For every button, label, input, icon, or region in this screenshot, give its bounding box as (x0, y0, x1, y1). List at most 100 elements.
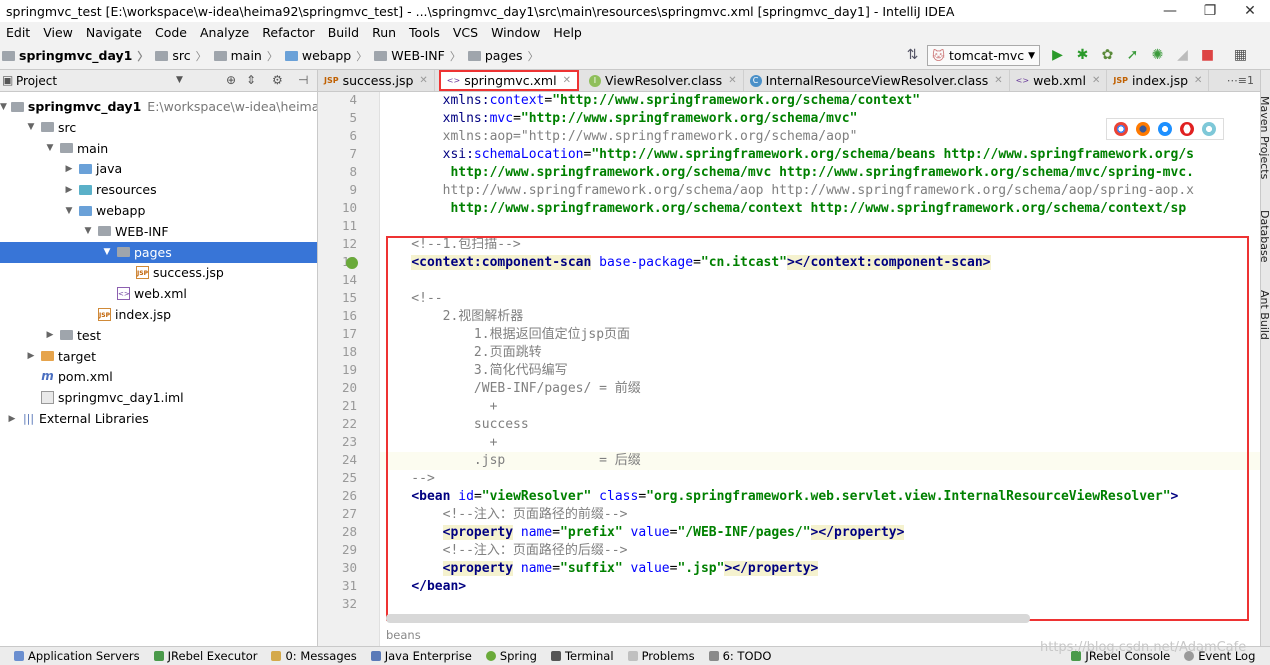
menu-help[interactable]: Help (553, 25, 582, 40)
run-configuration-select[interactable]: 🐱 tomcat-mvc ▼ (927, 45, 1041, 66)
breadcrumb-main[interactable]: main 〉 (213, 48, 281, 64)
breadcrumb-src[interactable]: src 〉 (155, 48, 209, 64)
spring-tab[interactable]: Spring (485, 649, 537, 663)
tree-item[interactable]: JSP index.jsp (0, 304, 317, 325)
close-icon[interactable]: ✕ (419, 75, 427, 86)
menu-run[interactable]: Run (372, 25, 396, 40)
close-icon[interactable]: ✕ (1092, 75, 1100, 86)
hide-panel-icon[interactable]: ⊣ (298, 73, 308, 87)
chevron-down-icon[interactable]: ▼ (25, 122, 37, 132)
close-icon[interactable]: ✕ (728, 75, 736, 86)
chevron-down-icon[interactable]: ▼ (82, 226, 94, 236)
todo-tab[interactable]: 6: TODO (708, 649, 771, 663)
minimize-button[interactable]: — (1150, 3, 1190, 19)
tree-item[interactable]: ▶ target (0, 346, 317, 367)
menu-build[interactable]: Build (328, 25, 359, 40)
ie-icon[interactable] (1202, 122, 1216, 136)
debug-icon[interactable]: ✱ (1075, 48, 1090, 63)
tree-item[interactable]: JSP success.jsp (0, 262, 317, 283)
opera-icon[interactable] (1180, 122, 1194, 136)
ant-build-tab[interactable]: Ant Build (1258, 290, 1270, 340)
editor-tab[interactable]: I ViewResolver.class ✕ (583, 70, 744, 91)
close-button[interactable]: ✕ (1230, 3, 1270, 19)
tree-item[interactable]: ▶ ||| External Libraries (0, 408, 317, 429)
scroll-from-source-icon[interactable]: ⊕ (226, 73, 236, 87)
breadcrumb-webapp[interactable]: webapp 〉 (284, 48, 370, 64)
application-servers-tab[interactable]: Application Servers (14, 649, 140, 663)
horizontal-scrollbar[interactable] (386, 614, 1030, 623)
menu-analyze[interactable]: Analyze (200, 25, 249, 40)
messages-tab[interactable]: 0: Messages (271, 649, 357, 663)
chevron-down-icon[interactable]: ▼ (63, 206, 75, 216)
close-icon[interactable]: ✕ (1194, 75, 1202, 86)
menu-edit[interactable]: Edit (6, 25, 30, 40)
project-panel-title[interactable]: Project (16, 74, 57, 88)
editor-tab[interactable]: JSP index.jsp ✕ (1107, 70, 1210, 91)
chevron-right-icon[interactable]: ▶ (44, 330, 56, 340)
tree-item[interactable]: ▶ java (0, 158, 317, 179)
chevron-right-icon[interactable]: ▶ (63, 185, 75, 195)
run-icon[interactable]: ▶ (1050, 48, 1065, 63)
menu-tools[interactable]: Tools (409, 25, 440, 40)
menu-code[interactable]: Code (155, 25, 187, 40)
tree-item[interactable]: <> web.xml (0, 283, 317, 304)
problems-tab[interactable]: Problems (627, 649, 695, 663)
tree-item[interactable]: m pom.xml (0, 366, 317, 387)
tree-item[interactable]: ▼ springmvc_day1 E:\workspace\w-idea\heima… (0, 96, 317, 117)
spring-bean-icon[interactable] (346, 257, 358, 269)
chevron-down-icon[interactable]: ▼ (0, 102, 7, 112)
breadcrumb-pages[interactable]: pages 〉 (467, 48, 542, 64)
editor-tab[interactable]: C InternalResourceViewResolver.class ✕ (744, 70, 1010, 91)
tree-item[interactable]: ▶ resources (0, 179, 317, 200)
menu-vcs[interactable]: VCS (453, 25, 478, 40)
breadcrumb-module[interactable]: springmvc_day1 〉 (2, 48, 151, 64)
menu-navigate[interactable]: Navigate (86, 25, 142, 40)
chevron-right-icon[interactable]: ▶ (25, 351, 37, 361)
gear-icon[interactable]: ⚙ (272, 73, 283, 87)
code-token: "http://www.springframework.org/schema/b… (591, 147, 1194, 162)
tree-item[interactable]: ▼ WEB-INF (0, 221, 317, 242)
tree-item[interactable]: ▶ test (0, 325, 317, 346)
build-icon[interactable]: ◢ (1175, 48, 1190, 63)
chevron-right-icon[interactable]: ▶ (6, 414, 18, 424)
tree-item[interactable]: ▼ src (0, 117, 317, 138)
database-tab[interactable]: Database (1258, 210, 1270, 263)
stop-icon[interactable]: ■ (1200, 48, 1215, 63)
collapse-all-icon[interactable]: ⇕ (246, 73, 256, 87)
firefox-icon[interactable] (1136, 122, 1150, 136)
safari-icon[interactable] (1158, 122, 1172, 136)
menu-window[interactable]: Window (491, 25, 540, 40)
project-structure-icon[interactable]: ▦ (1233, 48, 1248, 63)
maven-projects-tab[interactable]: Maven Projects (1258, 96, 1270, 179)
menu-refactor[interactable]: Refactor (262, 25, 314, 40)
close-icon[interactable]: ✕ (563, 75, 571, 86)
chrome-icon[interactable] (1114, 122, 1128, 136)
sort-icon[interactable]: ⇅ (905, 48, 920, 63)
jrebel-debug-icon[interactable]: ✺ (1150, 48, 1165, 63)
xml-breadcrumb[interactable]: beans (386, 628, 421, 642)
tree-item[interactable]: ▼ pages (0, 241, 317, 263)
editor-tab[interactable]: <> web.xml ✕ (1010, 70, 1108, 91)
code-editor[interactable]: 4567891011121314151617181920212223242526… (318, 92, 1260, 646)
coverage-icon[interactable]: ✿ (1100, 48, 1115, 63)
chevron-right-icon[interactable]: ▶ (63, 164, 75, 174)
menu-view[interactable]: View (43, 25, 73, 40)
tree-item[interactable]: ▼ webapp (0, 200, 317, 221)
tree-item[interactable]: springmvc_day1.iml (0, 387, 317, 408)
code-token: base-package (591, 255, 694, 270)
jrebel-executor-tab[interactable]: JRebel Executor (153, 649, 257, 663)
editor-tab[interactable]: JSP success.jsp ✕ (318, 70, 435, 91)
chevron-down-icon[interactable]: ▼ (101, 247, 113, 257)
tree-item[interactable]: ▼ main (0, 138, 317, 159)
jrebel-run-icon[interactable]: ➚ (1125, 48, 1140, 63)
chevron-down-icon[interactable]: ▼ (176, 75, 183, 85)
terminal-tab[interactable]: Terminal (550, 649, 614, 663)
line-number: 21 (341, 398, 357, 413)
tab-list-icon[interactable]: ⋯≡1 (1221, 70, 1260, 91)
close-icon[interactable]: ✕ (994, 75, 1002, 86)
java-enterprise-tab[interactable]: Java Enterprise (370, 649, 472, 663)
maximize-button[interactable]: ❐ (1190, 3, 1230, 19)
breadcrumb-web-inf[interactable]: WEB-INF 〉 (374, 48, 464, 64)
editor-tab[interactable]: <> springmvc.xml ✕ (438, 70, 579, 91)
chevron-down-icon[interactable]: ▼ (44, 143, 56, 153)
